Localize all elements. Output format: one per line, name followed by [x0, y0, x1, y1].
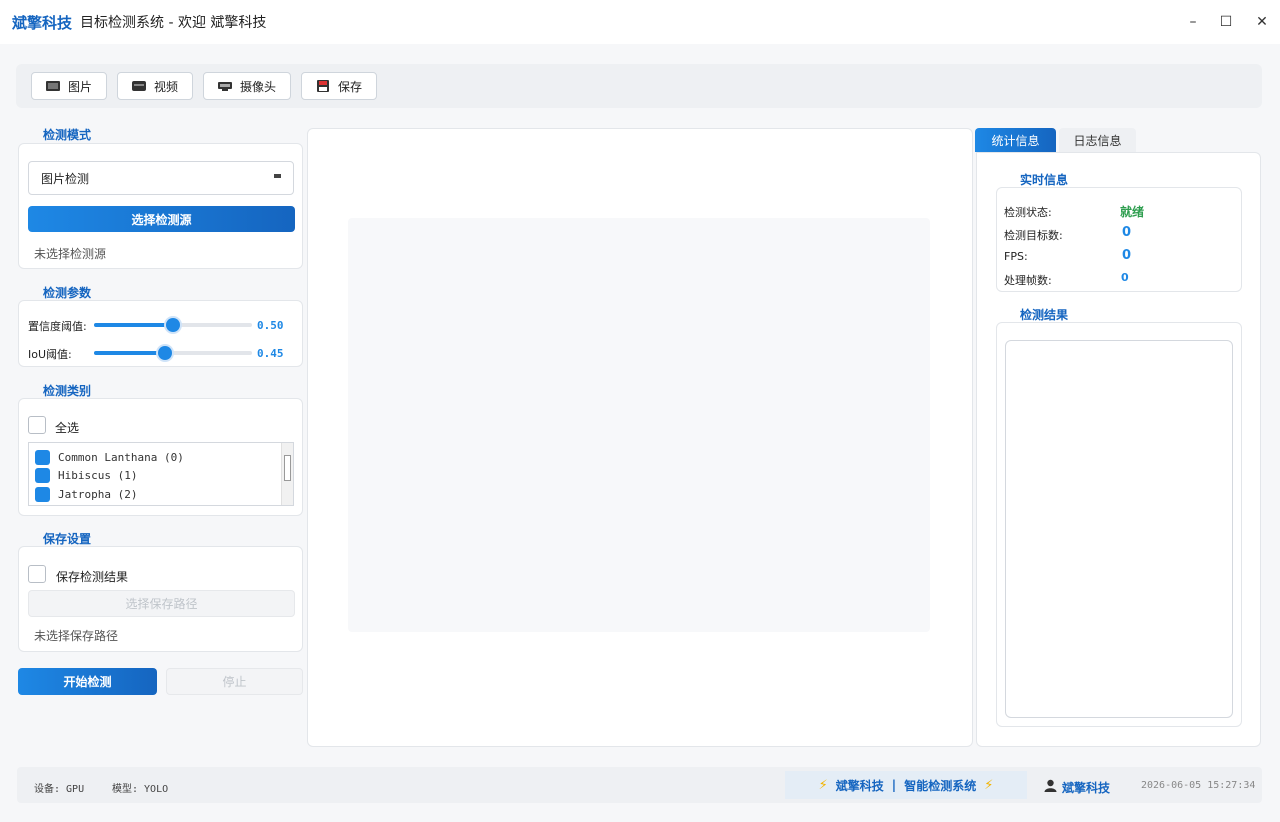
results-title: 检测结果 — [1020, 308, 1069, 322]
class-label: Jatropha (2) — [58, 487, 138, 501]
status-label: 检测状态: — [1004, 206, 1052, 219]
fps-value: 0 — [1122, 248, 1132, 263]
select-all-label: 全选 — [55, 421, 80, 435]
iou-value: 0.45 — [257, 347, 284, 360]
device-info: 设备: GPU — [34, 784, 85, 795]
iou-slider-handle[interactable] — [158, 346, 173, 360]
select-all-checkbox[interactable] — [28, 416, 46, 434]
dropdown-icon — [274, 174, 281, 178]
class-label: Hibiscus (1) — [58, 468, 138, 482]
confidence-slider[interactable] — [94, 318, 252, 332]
close-button[interactable]: ✕ — [1244, 0, 1280, 44]
tab-stats[interactable]: 统计信息 — [975, 128, 1056, 152]
image-button[interactable]: 图片 — [31, 72, 108, 100]
fps-label: FPS: — [1004, 250, 1028, 263]
start-detect-button[interactable]: 开始检测 — [18, 668, 157, 695]
image-display-area — [348, 218, 930, 632]
detect-mode-title: 检测模式 — [43, 128, 92, 142]
iou-slider[interactable] — [94, 346, 252, 360]
title-bar: 斌擎科技 目标检测系统 - 欢迎 斌擎科技 – ☐ ✕ — [0, 0, 1280, 44]
iou-slider-fill — [94, 351, 166, 355]
class-checkbox[interactable] — [35, 449, 50, 465]
list-item[interactable]: Hibiscus (1) — [35, 467, 137, 483]
choose-path-button[interactable]: 选择保存路径 — [28, 590, 295, 617]
realtime-title: 实时信息 — [1020, 173, 1069, 187]
floppy-disk-icon — [317, 80, 330, 92]
confidence-label: 置信度阈值: — [28, 320, 87, 333]
brand-separator: | — [891, 778, 897, 792]
class-list: Common Lanthana (0) Hibiscus (1) Jatroph… — [28, 442, 294, 506]
frames-label: 处理帧数: — [1004, 274, 1052, 287]
user-name: 斌擎科技 — [1062, 781, 1111, 795]
app-window: 斌擎科技 目标检测系统 - 欢迎 斌擎科技 – ☐ ✕ 图片 视频 摄像头 保存… — [0, 0, 1280, 822]
save-results-label: 保存检测结果 — [56, 570, 129, 584]
classes-title: 检测类别 — [43, 384, 92, 398]
minimize-button[interactable]: – — [1178, 0, 1208, 44]
window-controls: – ☐ ✕ — [1178, 0, 1280, 44]
targets-label: 检测目标数: — [1004, 229, 1063, 242]
brand-right: 智能检测系统 — [904, 778, 977, 793]
save-button[interactable]: 保存 — [301, 72, 378, 100]
class-list-scrollbar[interactable] — [281, 443, 293, 505]
user-icon — [1044, 779, 1057, 792]
confidence-value: 0.50 — [257, 319, 284, 332]
class-checkbox[interactable] — [35, 486, 50, 502]
maximize-button[interactable]: ☐ — [1208, 0, 1244, 44]
stop-button[interactable]: 停止 — [166, 668, 303, 695]
tab-log[interactable]: 日志信息 — [1059, 128, 1136, 152]
targets-value: 0 — [1122, 225, 1132, 240]
lightning-icon: ⚡ — [818, 777, 828, 793]
video-icon — [132, 81, 147, 91]
params-title: 检测参数 — [43, 286, 92, 300]
camera-icon — [218, 82, 233, 91]
frames-value: 0 — [1121, 271, 1129, 284]
video-button-label: 视频 — [154, 79, 179, 94]
datetime: 2026-06-05 15:27:34 — [1141, 780, 1256, 791]
confidence-slider-handle[interactable] — [166, 318, 180, 332]
iou-label: IoU阈值: — [28, 348, 72, 361]
brand-left: 斌擎科技 — [835, 778, 884, 793]
scrollbar-thumb[interactable] — [284, 455, 291, 481]
save-settings-title: 保存设置 — [43, 532, 92, 546]
detect-mode-selected: 图片检测 — [41, 171, 90, 186]
results-list[interactable] — [1005, 340, 1233, 718]
video-button[interactable]: 视频 — [117, 72, 194, 100]
path-status: 未选择保存路径 — [34, 629, 119, 643]
lightning-icon: ⚡ — [984, 777, 994, 793]
class-label: Common Lanthana (0) — [58, 450, 184, 464]
list-item[interactable]: Common Lanthana (0) — [35, 449, 184, 465]
status-value: 就绪 — [1120, 205, 1145, 219]
confidence-slider-fill — [94, 323, 173, 327]
save-results-checkbox[interactable] — [28, 565, 46, 583]
model-info: 模型: YOLO — [112, 784, 169, 795]
brand-banner: ⚡ 斌擎科技 | 智能检测系统 ⚡ — [785, 771, 1027, 799]
class-checkbox[interactable] — [35, 467, 50, 483]
image-icon — [46, 81, 60, 91]
camera-button[interactable]: 摄像头 — [203, 72, 292, 100]
list-item[interactable]: Jatropha (2) — [35, 486, 137, 502]
title-brand: 斌擎科技 — [12, 13, 73, 32]
source-status: 未选择检测源 — [34, 247, 107, 261]
toolbar: 图片 视频 摄像头 保存 — [16, 64, 1262, 108]
save-button-label: 保存 — [338, 79, 363, 94]
image-button-label: 图片 — [68, 79, 93, 94]
window-title: 目标检测系统 - 欢迎 斌擎科技 — [80, 15, 267, 31]
detect-mode-select[interactable]: 图片检测 — [28, 161, 294, 195]
camera-button-label: 摄像头 — [240, 79, 277, 94]
select-source-button[interactable]: 选择检测源 — [28, 206, 295, 232]
